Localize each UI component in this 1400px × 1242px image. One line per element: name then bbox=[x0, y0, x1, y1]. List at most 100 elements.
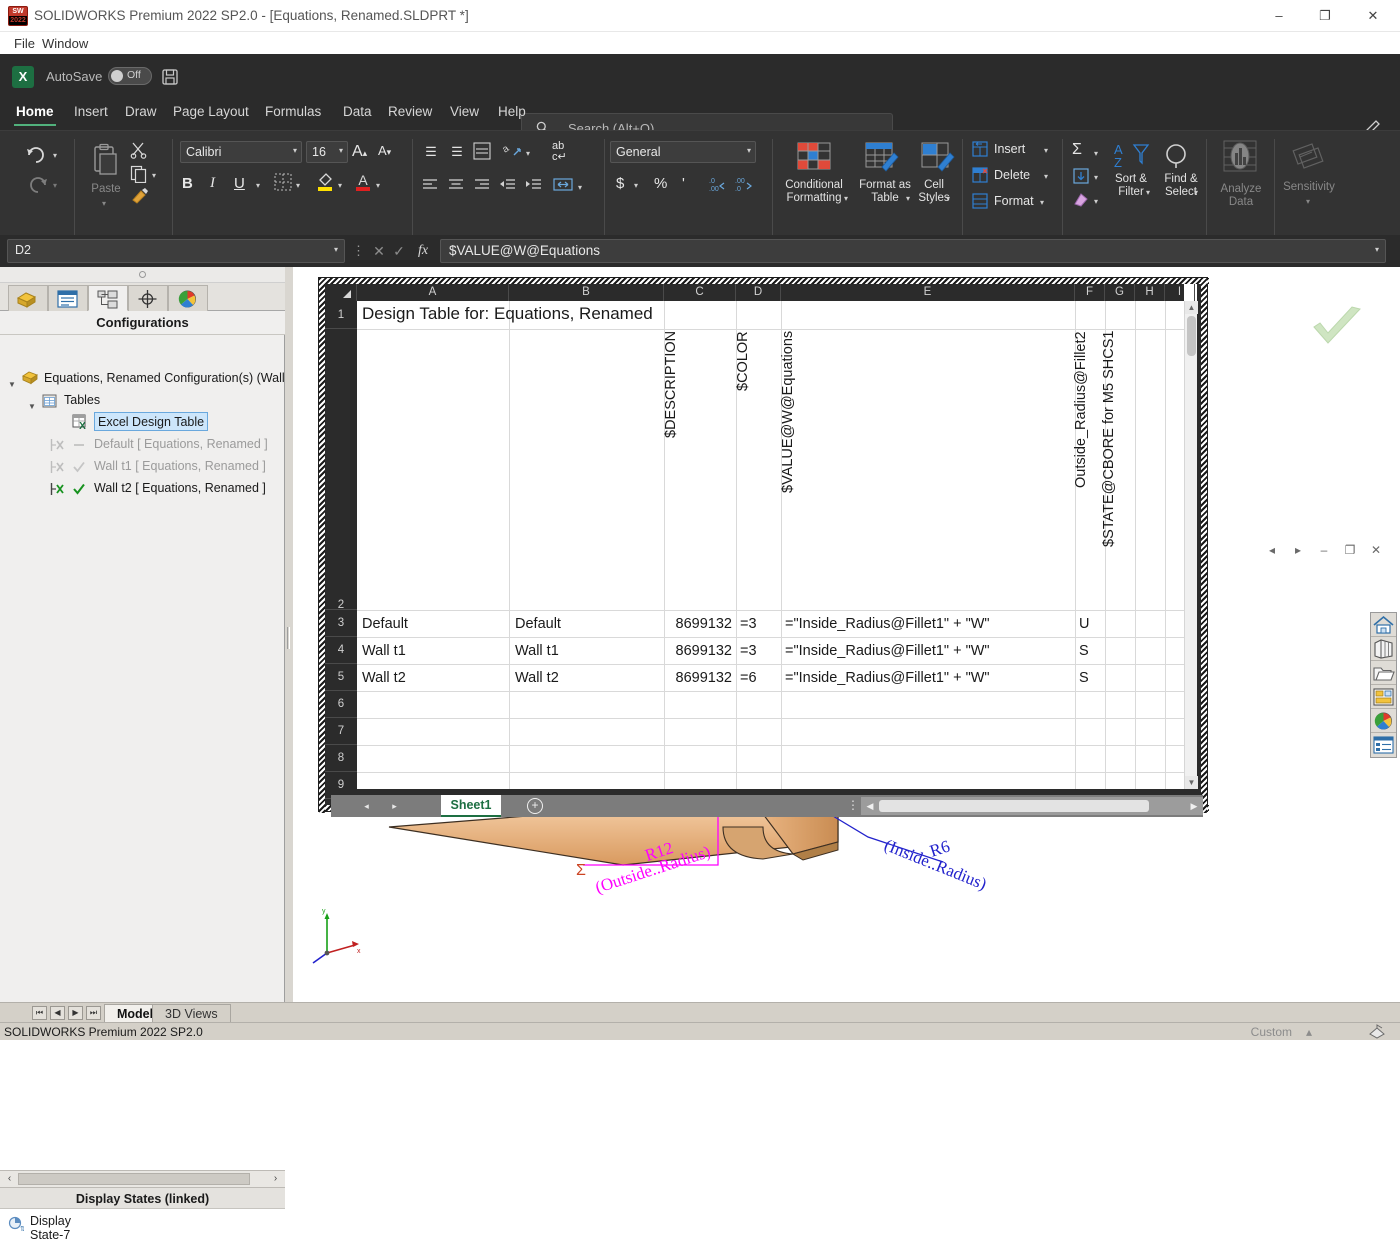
fill-dropdown-arrow[interactable]: ▾ bbox=[1094, 173, 1098, 182]
column-header-b[interactable]: B bbox=[509, 284, 664, 301]
formula-input[interactable]: $VALUE@W@Equations ▾ bbox=[440, 239, 1386, 263]
feature-manager-tab[interactable] bbox=[8, 285, 48, 311]
insert-cells-icon[interactable] bbox=[972, 141, 988, 160]
currency-dropdown-arrow[interactable]: ▾ bbox=[634, 181, 638, 190]
cell-f2-vertical-header[interactable]: $STATE@CBORE for M5 SHCS1 bbox=[1101, 331, 1117, 608]
tab-draw[interactable]: Draw bbox=[117, 100, 165, 123]
column-header-g[interactable]: G bbox=[1105, 284, 1135, 301]
select-all-corner[interactable] bbox=[325, 284, 357, 301]
fill-down-icon[interactable] bbox=[1072, 167, 1090, 188]
align-left-icon[interactable] bbox=[420, 175, 442, 196]
wrap-text-icon[interactable]: ab c↵ bbox=[552, 141, 567, 163]
sort-filter-dropdown-arrow[interactable]: ▾ bbox=[1146, 188, 1150, 197]
format-as-table-dropdown-arrow[interactable]: ▾ bbox=[906, 194, 910, 203]
cell-d5[interactable]: =6 bbox=[740, 665, 780, 691]
sheet-horizontal-scrollbar[interactable]: ◀ ▶ bbox=[861, 797, 1203, 815]
scroll-left-button[interactable]: ‹ bbox=[2, 1172, 17, 1186]
cell-area[interactable]: Design Table for: Equations, Renamed $DE… bbox=[357, 301, 1184, 789]
column-header-c[interactable]: C bbox=[664, 284, 736, 301]
tab-3d-views[interactable]: 3D Views bbox=[152, 1004, 231, 1022]
increase-decimal-icon[interactable]: .0.00 bbox=[708, 175, 730, 198]
cell-a2-vertical-header[interactable]: $DESCRIPTION bbox=[663, 331, 679, 608]
add-sheet-button[interactable]: + bbox=[527, 798, 543, 814]
align-center-icon[interactable] bbox=[446, 175, 468, 196]
formula-enter-button[interactable]: ✓ bbox=[390, 241, 408, 261]
cell-f4[interactable]: S bbox=[1079, 638, 1105, 664]
cell-a3[interactable]: Default bbox=[362, 611, 507, 637]
bold-button[interactable]: B bbox=[182, 175, 193, 192]
row-header-3[interactable]: 3 bbox=[325, 610, 357, 637]
panel-pin-bar[interactable] bbox=[0, 267, 285, 283]
merge-center-icon[interactable] bbox=[552, 175, 574, 196]
cell-d2-vertical-header[interactable]: $VALUE@W@Equations bbox=[780, 331, 796, 608]
window-minimize-button[interactable]: – bbox=[1256, 0, 1302, 32]
cell-e3[interactable]: ="Inside_Radius@Fillet1" + "W" bbox=[785, 611, 1073, 637]
status-units-caret[interactable]: ▴ bbox=[1306, 1025, 1312, 1039]
tab-insert[interactable]: Insert bbox=[66, 100, 116, 123]
cell-b4[interactable]: Wall t1 bbox=[515, 638, 660, 664]
tab-nav-first[interactable]: ⏮ bbox=[32, 1006, 47, 1020]
scroll-down-button[interactable]: ▼ bbox=[1185, 776, 1198, 789]
conditional-formatting-icon[interactable] bbox=[794, 141, 834, 178]
menu-item-window[interactable]: Window bbox=[36, 35, 94, 52]
row-header-4[interactable]: 4 bbox=[325, 637, 357, 664]
tab-page-layout[interactable]: Page Layout bbox=[165, 100, 257, 123]
cell-e5[interactable]: ="Inside_Radius@Fillet1" + "W" bbox=[785, 665, 1073, 691]
cell-c2-vertical-header[interactable]: $COLOR bbox=[735, 331, 751, 608]
cell-c3[interactable]: 8699132 bbox=[664, 611, 732, 637]
underline-button[interactable]: U bbox=[234, 175, 245, 192]
find-select-dropdown-arrow[interactable]: ▾ bbox=[1194, 188, 1198, 197]
shrink-font-button[interactable]: A▾ bbox=[378, 143, 391, 158]
display-manager-tab[interactable] bbox=[168, 285, 208, 311]
find-select-icon[interactable] bbox=[1162, 141, 1192, 174]
excel-next-button[interactable]: ▸ bbox=[1287, 539, 1309, 561]
autosum-icon[interactable]: Σ bbox=[1072, 141, 1082, 159]
font-color-icon[interactable]: A bbox=[354, 171, 372, 194]
sheet-tab-sheet1[interactable]: Sheet1 bbox=[441, 795, 501, 817]
decrease-decimal-icon[interactable]: .00.0 bbox=[734, 175, 756, 198]
borders-dropdown-arrow[interactable]: ▾ bbox=[296, 181, 300, 190]
orientation-icon[interactable]: a bbox=[500, 141, 524, 162]
row-header-1[interactable]: 1 bbox=[325, 301, 357, 329]
autosave-toggle[interactable]: Off bbox=[108, 67, 152, 85]
scrollbar-thumb[interactable] bbox=[18, 1173, 250, 1185]
chevron-down-icon[interactable]: ▼ bbox=[8, 374, 16, 396]
font-size-combo[interactable]: 16 ▾ bbox=[306, 141, 348, 163]
format-dropdown-arrow[interactable]: ▾ bbox=[1040, 198, 1044, 207]
format-painter-icon[interactable] bbox=[130, 187, 150, 208]
insert-dropdown-arrow[interactable]: ▾ bbox=[1044, 146, 1048, 155]
cell-d3[interactable]: =3 bbox=[740, 611, 780, 637]
merge-dropdown-arrow[interactable]: ▾ bbox=[578, 183, 582, 192]
row-header-6[interactable]: 6 bbox=[325, 691, 357, 718]
scroll-right-button[interactable]: › bbox=[268, 1172, 283, 1186]
grow-font-button[interactable]: A▴ bbox=[352, 143, 367, 161]
align-middle-icon[interactable]: ☰ bbox=[446, 141, 468, 162]
undo-dropdown-arrow[interactable]: ▾ bbox=[53, 151, 57, 160]
align-bottom-icon[interactable] bbox=[472, 141, 494, 162]
fill-color-dropdown-arrow[interactable]: ▾ bbox=[338, 181, 342, 190]
excel-grid[interactable]: A B C D E F G H I 1 2 3 4 5 6 7 8 9 Desi… bbox=[325, 284, 1203, 817]
number-format-combo[interactable]: General ▾ bbox=[610, 141, 756, 163]
appearances-icon[interactable] bbox=[1371, 709, 1396, 733]
copy-icon[interactable] bbox=[130, 165, 148, 186]
column-header-e[interactable]: E bbox=[781, 284, 1075, 301]
excel-close-button[interactable]: ✕ bbox=[1365, 539, 1387, 561]
orientation-dropdown-arrow[interactable]: ▾ bbox=[526, 149, 530, 158]
cell-c5[interactable]: 8699132 bbox=[664, 665, 732, 691]
column-header-i[interactable]: I bbox=[1165, 284, 1195, 301]
delete-cells-icon[interactable] bbox=[972, 167, 988, 186]
open-folder-icon[interactable] bbox=[1371, 661, 1396, 685]
configuration-manager-tab[interactable] bbox=[88, 285, 128, 311]
confirm-check-icon[interactable] bbox=[1308, 305, 1366, 349]
format-as-table-icon[interactable] bbox=[864, 141, 902, 178]
chevron-down-icon[interactable]: ▼ bbox=[28, 396, 36, 418]
tab-review[interactable]: Review bbox=[380, 100, 440, 123]
comma-button[interactable]: ' bbox=[682, 175, 685, 192]
cell-styles-dropdown-arrow[interactable]: ▾ bbox=[946, 194, 950, 203]
cell-b5[interactable]: Wall t2 bbox=[515, 665, 660, 691]
font-color-dropdown-arrow[interactable]: ▾ bbox=[376, 181, 380, 190]
tab-data[interactable]: Data bbox=[335, 100, 380, 123]
pin-icon[interactable] bbox=[139, 271, 146, 278]
panel-splitter[interactable] bbox=[285, 267, 293, 1007]
cell-a4[interactable]: Wall t1 bbox=[362, 638, 507, 664]
